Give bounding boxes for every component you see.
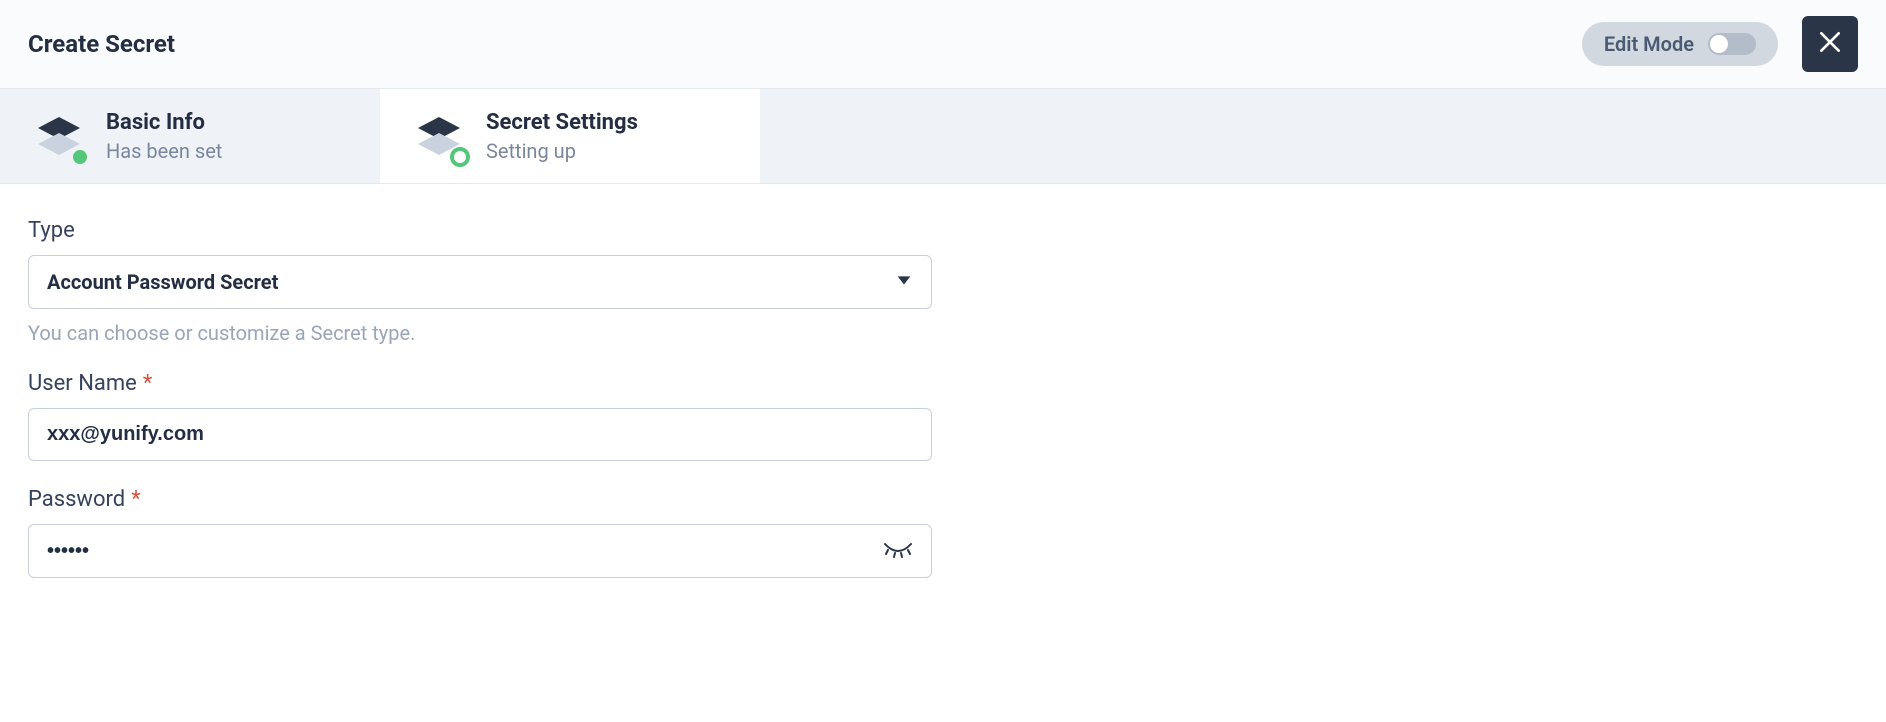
step-title: Basic Info [106, 110, 222, 135]
step-subtitle: Has been set [106, 139, 222, 163]
layers-icon [30, 107, 88, 165]
step-basic-info[interactable]: Basic Info Has been set [0, 89, 380, 183]
username-input-wrapper [28, 408, 932, 461]
status-dot-current [450, 147, 470, 167]
password-label-text: Password [28, 487, 125, 512]
eye-closed-icon[interactable] [883, 539, 913, 563]
header-actions: Edit Mode [1582, 16, 1858, 72]
type-label: Type [28, 218, 932, 243]
step-subtitle: Setting up [486, 139, 638, 163]
field-username: User Name* [28, 371, 932, 461]
username-label: User Name* [28, 371, 932, 396]
toggle-knob [1710, 35, 1728, 53]
password-input[interactable] [47, 540, 883, 563]
step-secret-settings[interactable]: Secret Settings Setting up [380, 89, 760, 183]
status-dot-done [70, 147, 90, 167]
field-type: Type Account Password Secret You can cho… [28, 218, 932, 345]
password-label: Password* [28, 487, 932, 512]
toggle-switch[interactable] [1708, 33, 1756, 55]
modal-title: Create Secret [28, 30, 175, 58]
modal-header: Create Secret Edit Mode [0, 0, 1886, 89]
close-button[interactable] [1802, 16, 1858, 72]
steps-bar: Basic Info Has been set Secret Settings … [0, 89, 1886, 184]
edit-mode-label: Edit Mode [1604, 32, 1694, 56]
type-helper-text: You can choose or customize a Secret typ… [28, 321, 932, 345]
edit-mode-toggle[interactable]: Edit Mode [1582, 22, 1778, 66]
field-password: Password* [28, 487, 932, 578]
type-select[interactable]: Account Password Secret [28, 255, 932, 309]
step-title: Secret Settings [486, 110, 638, 135]
layers-icon [410, 107, 468, 165]
required-asterisk: * [131, 487, 140, 512]
type-value: Account Password Secret [47, 270, 278, 294]
chevron-down-icon [895, 270, 913, 294]
username-input[interactable] [47, 423, 913, 446]
required-asterisk: * [143, 371, 152, 396]
close-icon [1817, 29, 1843, 59]
username-label-text: User Name [28, 371, 137, 396]
password-input-wrapper [28, 524, 932, 578]
form-area: Type Account Password Secret You can cho… [0, 184, 960, 638]
